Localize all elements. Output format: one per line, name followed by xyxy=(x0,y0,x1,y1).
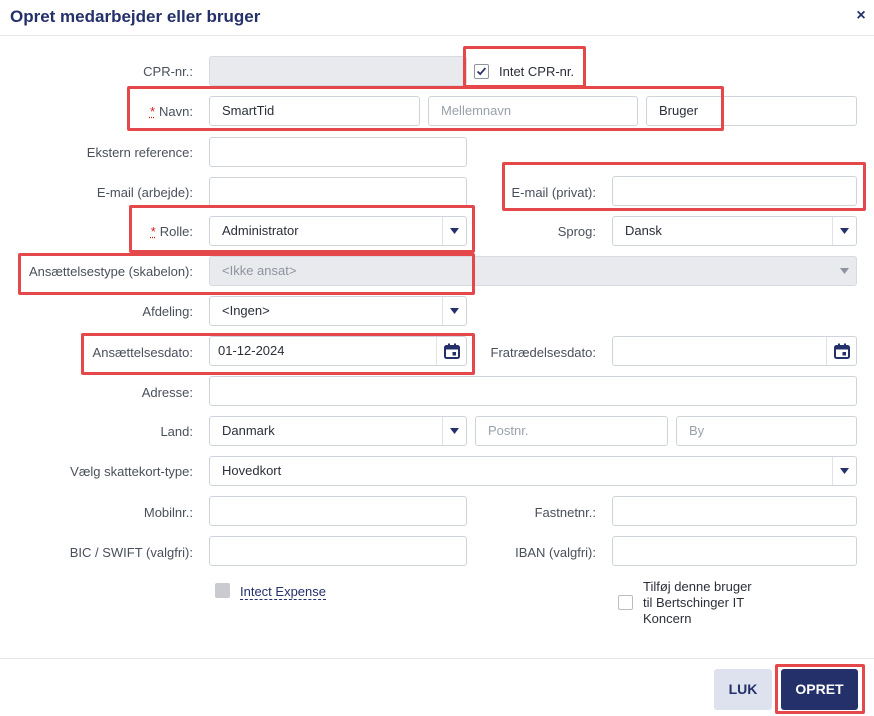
country-label: Land: xyxy=(160,424,193,439)
chevron-down-icon[interactable] xyxy=(442,297,466,325)
add-to-company-label: Tilføj denne bruger til Bertschinger IT … xyxy=(643,579,752,627)
tax-card-select[interactable]: Hovedkort xyxy=(209,456,857,486)
dialog-title: Opret medarbejder eller bruger xyxy=(10,7,261,26)
no-cpr-label: Intet CPR-nr. xyxy=(499,64,575,79)
intect-expense-label[interactable]: Intect Expense xyxy=(240,584,326,600)
address-input[interactable] xyxy=(209,376,857,406)
role-label: * Rolle: xyxy=(0,224,193,239)
cpr-input[interactable] xyxy=(209,56,467,86)
hire-date-value: 01-12-2024 xyxy=(218,343,285,358)
bic-input[interactable] xyxy=(209,536,467,566)
postal-placeholder: Postnr. xyxy=(488,423,529,438)
ext-ref-label: Ekstern reference: xyxy=(86,145,193,160)
department-value: <Ingen> xyxy=(222,303,270,318)
footer-divider xyxy=(0,658,874,659)
address-label: Adresse: xyxy=(141,385,193,400)
chevron-down-icon[interactable] xyxy=(832,457,856,485)
resign-date-input[interactable] xyxy=(612,336,857,366)
add-to-company-line: Koncern xyxy=(643,611,692,626)
role-label-text: Rolle: xyxy=(159,224,193,239)
employment-type-value: <Ikke ansat> xyxy=(222,263,297,278)
no-cpr-checkbox[interactable] xyxy=(474,64,489,79)
middle-name-input[interactable]: Mellemnavn xyxy=(428,96,638,126)
language-label: Sprog: xyxy=(557,224,596,239)
intect-expense-checkbox[interactable] xyxy=(215,583,230,598)
add-to-company-line: Tilføj denne bruger xyxy=(643,579,752,594)
last-name-input[interactable]: Bruger xyxy=(646,96,857,126)
required-marker: * xyxy=(149,104,156,119)
department-select[interactable]: <Ingen> xyxy=(209,296,467,326)
iban-label: IBAN (valgfri): xyxy=(515,545,596,560)
chevron-down-icon[interactable] xyxy=(442,417,466,445)
employment-type-label: Ansættelsestype (skabelon): xyxy=(28,264,193,279)
intect-expense-link[interactable]: Intect Expense xyxy=(240,584,326,600)
tax-card-value: Hovedkort xyxy=(222,463,282,478)
postal-code-input[interactable]: Postnr. xyxy=(475,416,668,446)
dialog-header: Opret medarbejder eller bruger × xyxy=(0,0,874,36)
mobile-label: Mobilnr.: xyxy=(143,505,193,520)
language-value: Dansk xyxy=(625,223,662,238)
chevron-down-icon[interactable] xyxy=(832,257,856,285)
checkmark-icon xyxy=(476,67,487,76)
required-marker: * xyxy=(150,224,156,239)
first-name-input[interactable]: SmartTid xyxy=(209,96,420,126)
hire-date-input[interactable]: 01-12-2024 xyxy=(209,336,467,366)
hire-date-label: Ansættelsesdato: xyxy=(92,345,193,360)
bic-label: BIC / SWIFT (valgfri): xyxy=(69,545,193,560)
chevron-down-icon[interactable] xyxy=(442,217,466,245)
department-label: Afdeling: xyxy=(142,304,193,319)
employment-type-select[interactable]: <Ikke ansat> xyxy=(209,256,857,286)
calendar-icon[interactable] xyxy=(436,337,466,365)
city-input[interactable]: By xyxy=(676,416,857,446)
role-select[interactable]: Administrator xyxy=(209,216,467,246)
add-to-company-line: til Bertschinger IT xyxy=(643,595,745,610)
email-work-input[interactable] xyxy=(209,177,467,207)
mobile-input[interactable] xyxy=(209,496,467,526)
resign-date-label: Fratrædelsesdato: xyxy=(490,345,597,360)
landline-input[interactable] xyxy=(612,496,857,526)
first-name-value: SmartTid xyxy=(222,103,275,118)
cpr-label: CPR-nr.: xyxy=(143,64,193,79)
landline-label: Fastnetnr.: xyxy=(534,505,596,520)
country-value: Danmark xyxy=(222,423,275,438)
close-icon[interactable]: × xyxy=(854,8,868,24)
language-select[interactable]: Dansk xyxy=(612,216,857,246)
name-label: * Navn: xyxy=(0,104,193,119)
email-private-label: E-mail (privat): xyxy=(511,185,596,200)
add-to-company-checkbox[interactable] xyxy=(618,595,633,610)
name-label-text: Navn: xyxy=(159,104,193,119)
city-placeholder: By xyxy=(689,423,705,438)
chevron-down-icon[interactable] xyxy=(832,217,856,245)
calendar-icon[interactable] xyxy=(826,337,856,365)
tax-card-label: Vælg skattekort-type: xyxy=(70,464,193,479)
iban-input[interactable] xyxy=(612,536,857,566)
ext-ref-input[interactable] xyxy=(209,137,467,167)
role-value: Administrator xyxy=(222,223,299,238)
last-name-value: Bruger xyxy=(659,103,699,118)
close-button[interactable]: LUK xyxy=(714,669,772,710)
email-work-label: E-mail (arbejde): xyxy=(96,185,193,200)
middle-name-placeholder: Mellemnavn xyxy=(441,103,512,118)
email-private-input[interactable] xyxy=(612,176,857,206)
create-button[interactable]: OPRET xyxy=(781,669,858,710)
country-select[interactable]: Danmark xyxy=(209,416,467,446)
